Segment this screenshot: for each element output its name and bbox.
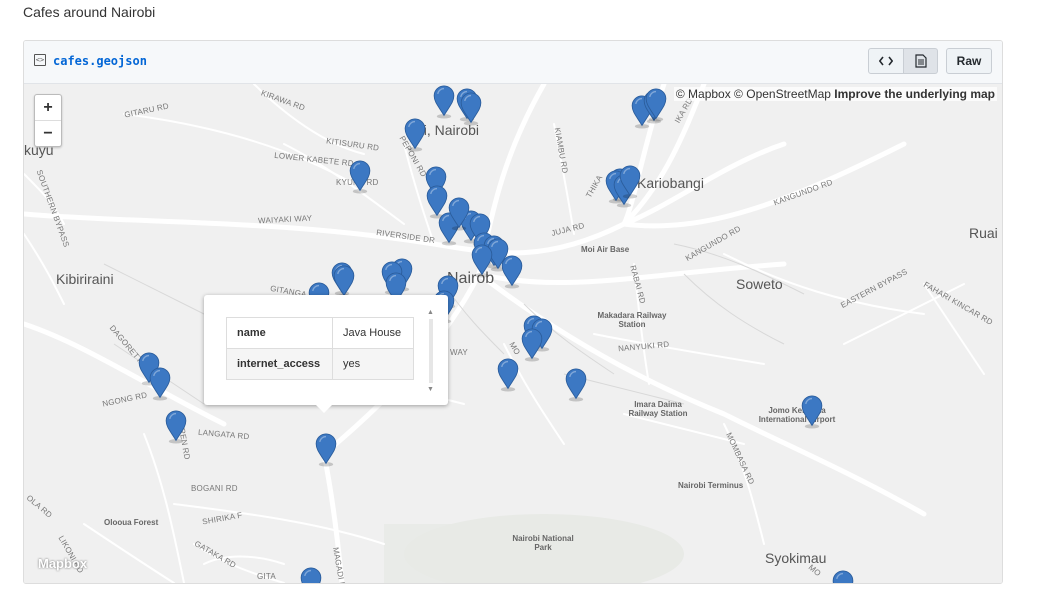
place-label-kariobangi: Kariobangi	[637, 175, 704, 191]
cafe-marker-icon[interactable]	[496, 358, 520, 392]
file-name-link[interactable]: cafes.geojson	[53, 54, 147, 68]
cafe-marker-icon[interactable]	[520, 328, 544, 362]
file-header: <> cafes.geojson Raw	[24, 41, 1002, 84]
popup-tip	[316, 405, 332, 413]
map-attribution: © Mapbox © OpenStreetMap Improve the und…	[673, 87, 997, 101]
cafe-marker-icon[interactable]	[332, 265, 356, 299]
cafe-marker-icon[interactable]	[299, 567, 323, 583]
cafe-marker-icon[interactable]	[148, 367, 172, 401]
geojson-file-viewer: <> cafes.geojson Raw iri, Nairobi Kariob…	[23, 40, 1003, 584]
place-label-syokimau: Syokimau	[765, 550, 827, 566]
place-label-soweto: Soweto	[736, 276, 783, 292]
cafe-marker-icon[interactable]	[470, 244, 494, 278]
zoom-in-button[interactable]: +	[35, 95, 61, 121]
zoom-out-button[interactable]: −	[35, 121, 61, 146]
property-key: name	[226, 317, 333, 349]
popup-scrollbar[interactable]: ▲ ▼	[426, 309, 436, 393]
attribution-text: © Mapbox © OpenStreetMap	[675, 87, 831, 101]
cafe-marker-icon[interactable]	[314, 433, 338, 467]
file-code-icon: <>	[34, 54, 46, 66]
scroll-track[interactable]	[429, 319, 433, 383]
cafe-marker-icon[interactable]	[348, 160, 372, 194]
rendered-view-button[interactable]	[904, 48, 938, 74]
table-row: name Java House	[226, 317, 414, 349]
cafe-marker-icon[interactable]	[644, 88, 668, 122]
cafe-marker-icon[interactable]	[459, 92, 483, 126]
property-key: internet_access	[226, 348, 333, 380]
mapbox-logo: Mapbox	[38, 556, 88, 571]
feature-popup: name Java House internet_access yes ▲ ▼	[204, 295, 448, 413]
poi-olooua-forest: Olooua Forest	[104, 518, 159, 527]
view-toggle-group	[868, 48, 938, 74]
zoom-control: + −	[34, 94, 62, 147]
road-label-gita: Gita	[257, 572, 276, 581]
cafe-marker-icon[interactable]	[564, 368, 588, 402]
source-view-button[interactable]	[868, 48, 904, 74]
page-title: Cafes around Nairobi	[23, 4, 156, 20]
map-canvas[interactable]: iri, Nairobi Kariobangi Nairob Kibirirai…	[24, 84, 1002, 583]
poi-jkia: Jomo Kenyatta International Airport	[758, 406, 836, 424]
road-label-bogani: Bogani Rd	[191, 484, 238, 493]
scroll-up-icon[interactable]: ▲	[427, 309, 434, 316]
cafe-marker-icon[interactable]	[618, 165, 642, 199]
cafe-marker-icon[interactable]	[500, 255, 524, 289]
property-value: yes	[332, 348, 414, 380]
place-label-kibiriraini: Kibiriraini	[56, 271, 114, 287]
scroll-down-icon[interactable]: ▼	[427, 386, 434, 393]
feature-properties-table: name Java House internet_access yes	[226, 317, 414, 380]
improve-map-link[interactable]: Improve the underlying map	[834, 87, 995, 101]
cafe-marker-icon[interactable]	[831, 570, 855, 583]
poi-makadara-railway-station: Makadara Railway Station	[597, 311, 667, 329]
property-value: Java House	[332, 317, 414, 349]
cafe-marker-icon[interactable]	[164, 410, 188, 444]
cafe-marker-icon[interactable]	[403, 118, 427, 152]
poi-nairobi-national-park: Nairobi National Park	[512, 534, 574, 552]
poi-moi-air-base: Moi Air Base	[581, 245, 630, 254]
place-label-ruai: Ruai	[969, 225, 998, 241]
table-row: internet_access yes	[226, 348, 414, 380]
cafe-marker-icon[interactable]	[432, 85, 456, 119]
code-icon	[879, 56, 893, 66]
poi-nairobi-terminus: Nairobi Terminus	[678, 481, 744, 490]
cafe-marker-icon[interactable]	[800, 395, 824, 429]
raw-button[interactable]: Raw	[946, 48, 992, 74]
poi-imara-daima-railway-station: Imara Daima Railway Station	[628, 400, 688, 418]
map-base-layer	[24, 84, 1002, 583]
file-icon	[914, 54, 927, 68]
road-label-way: Way	[450, 348, 468, 357]
